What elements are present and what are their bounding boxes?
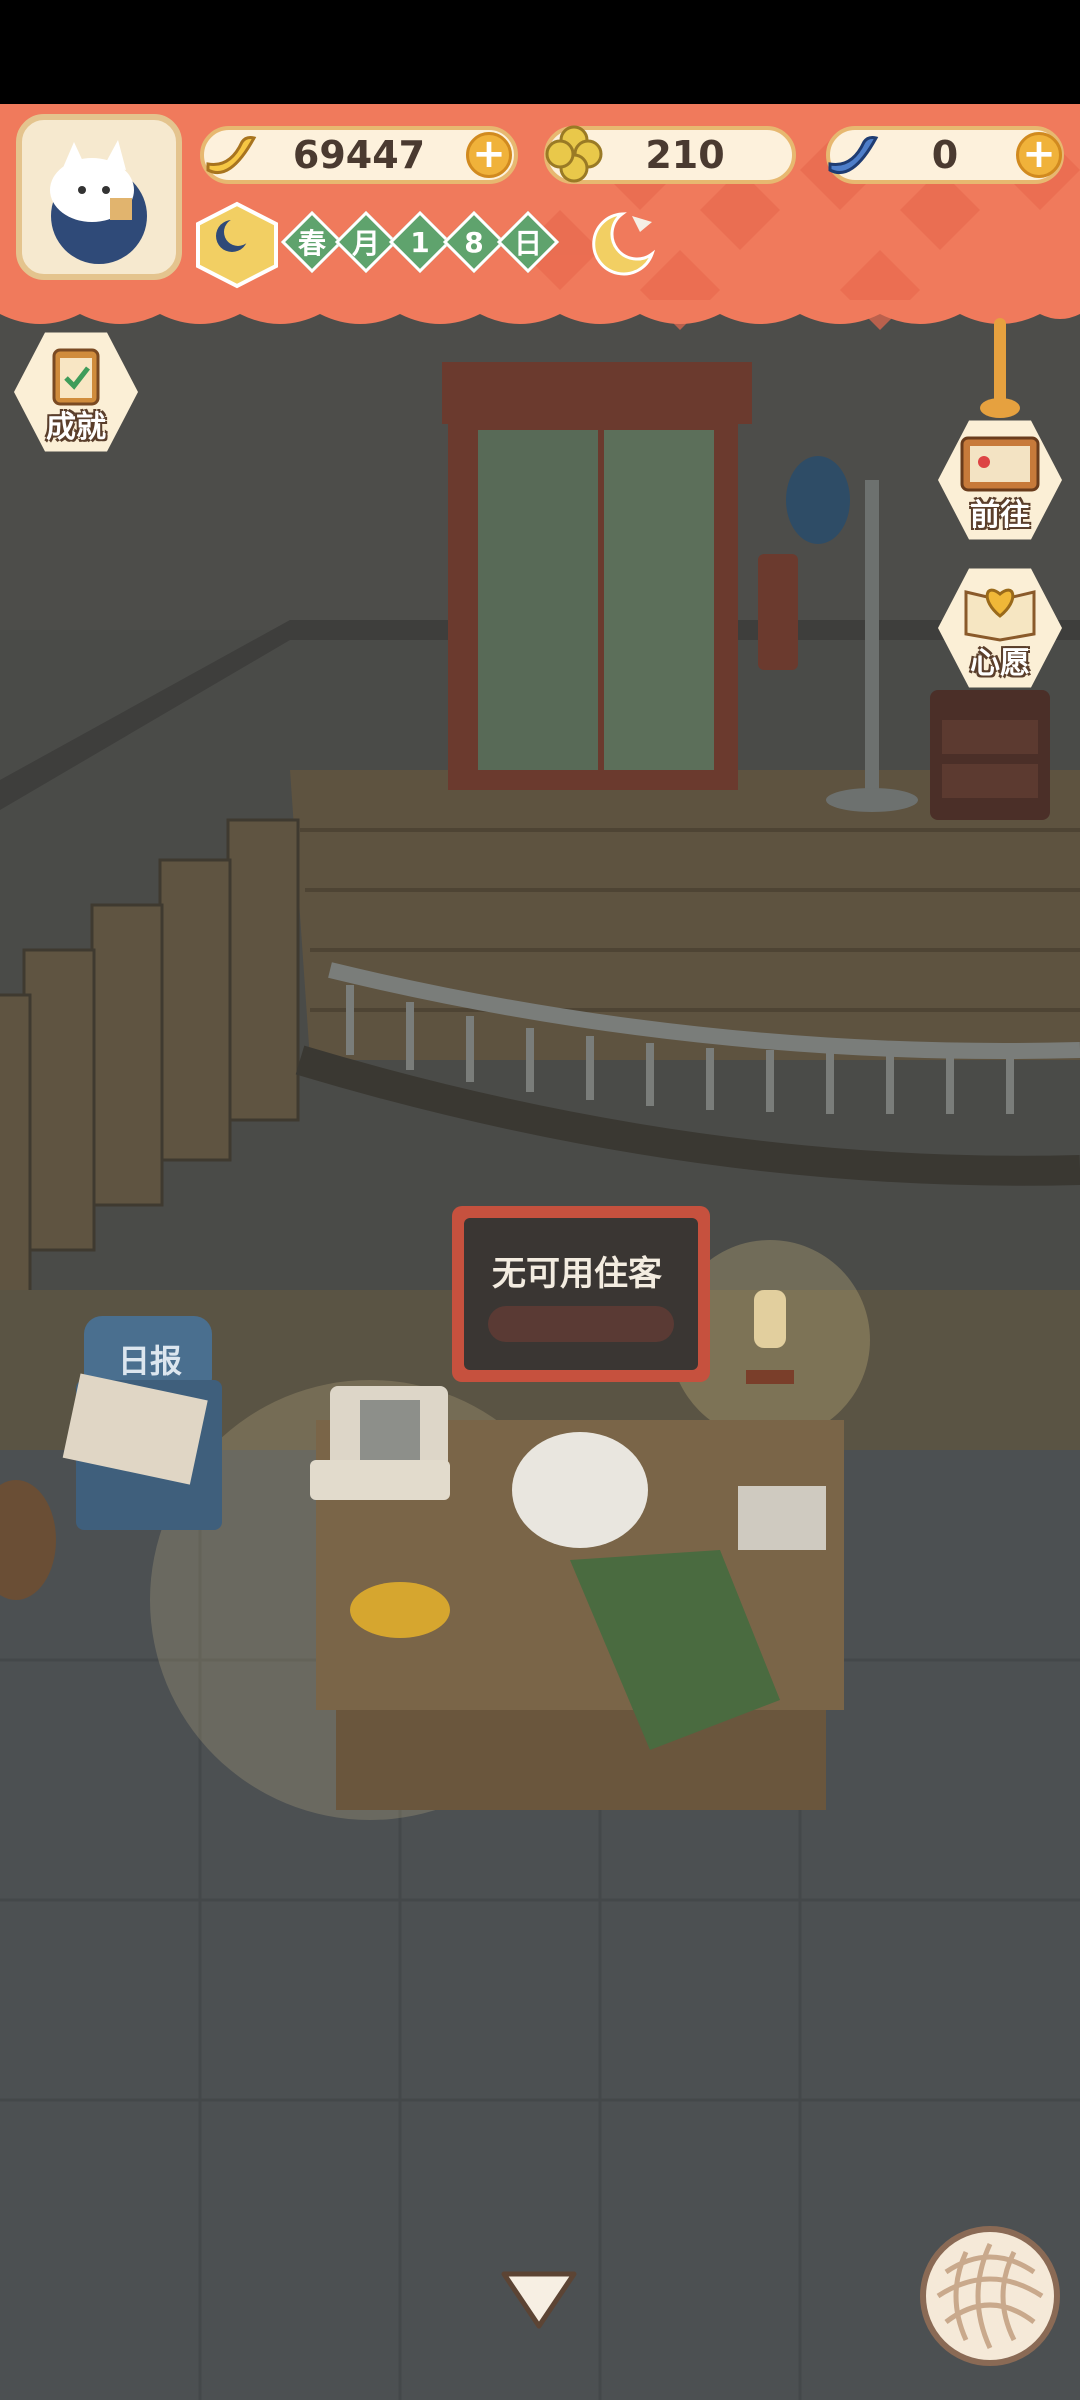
sleeping-moon-icon[interactable] (582, 208, 660, 280)
calendar-date: 春 月 1 8 日 (280, 210, 560, 276)
date-month: 月 (334, 210, 398, 274)
lobby-scene (0, 0, 1080, 2400)
triangle-down-icon[interactable] (498, 2266, 580, 2334)
map-board-icon (960, 436, 1040, 492)
wish-button[interactable]: 心愿 (938, 566, 1062, 690)
heart-book-icon (964, 588, 1036, 642)
clipboard-icon (52, 348, 100, 406)
blue-banana-icon (828, 136, 879, 175)
banana-icon (206, 136, 257, 175)
add-banana-button[interactable]: + (466, 132, 512, 178)
yarn-ball-button[interactable] (920, 2226, 1060, 2366)
add-blue-banana-button[interactable]: + (1016, 132, 1062, 178)
reception-sign-text: 无可用住客 (492, 1254, 662, 1294)
achievements-button[interactable]: 成就 (14, 330, 138, 454)
date-day-1: 1 (388, 210, 452, 274)
cat-portrait-icon (50, 140, 147, 264)
player-avatar[interactable] (16, 114, 182, 280)
newspaper-sign-text: 日报 (117, 1342, 182, 1380)
clover-count: 210 (645, 133, 725, 177)
date-season: 春 (280, 210, 344, 274)
go-to-button[interactable]: 前往 (938, 418, 1062, 542)
go-to-label: 前往 (970, 498, 1030, 533)
date-day-label: 日 (496, 210, 560, 274)
blue-banana-count: 0 (931, 133, 959, 177)
moon-icon (196, 201, 278, 289)
date-day-2: 8 (442, 210, 506, 274)
rope-icon[interactable] (970, 318, 1030, 418)
wish-label: 心愿 (970, 646, 1030, 681)
yarn-ball-icon (936, 2242, 1044, 2350)
banana-count: 69447 (292, 133, 426, 177)
achievements-label: 成就 (46, 410, 106, 445)
clover-icon (545, 125, 603, 183)
